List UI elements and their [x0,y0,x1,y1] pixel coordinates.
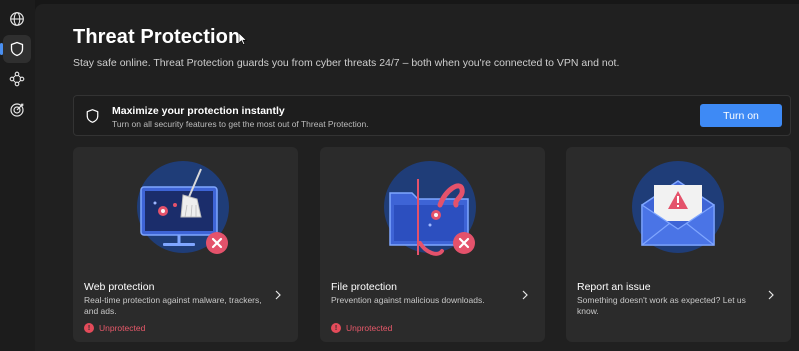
maximize-protection-banner: Maximize your protection instantly Turn … [73,95,791,136]
report-issue-card[interactable]: Report an issue Something doesn't work a… [566,147,791,342]
status-indicator: ! Unprotected [84,323,145,333]
chevron-right-icon [522,290,528,300]
shield-icon [10,41,24,57]
sidebar-item-threat-protection[interactable] [0,35,31,63]
banner-title: Maximize your protection instantly [112,105,285,117]
chevron-right-icon [275,290,281,300]
card-description: Prevention against malicious downloads. [331,295,485,305]
folder-tentacle-illustration [383,161,476,256]
card-title: File protection [331,281,397,293]
main-panel: Threat Protection Stay safe online. Thre… [35,4,799,351]
card-description: Real-time protection against malware, tr… [84,295,262,316]
globe-icon [10,12,24,26]
target-icon [10,103,24,117]
status-text: Unprotected [99,323,146,333]
banner-description: Turn on all security features to get the… [112,119,369,129]
alert-icon: ! [331,323,341,333]
chevron-right-icon [768,290,774,300]
card-description: Something doesn't work as expected? Let … [577,295,746,316]
sidebar-item-target[interactable] [3,96,31,124]
monitor-broom-illustration [136,161,229,254]
web-protection-card[interactable]: Web protection Real-time protection agai… [73,147,298,342]
mouse-cursor-icon [238,32,248,46]
app-window: Threat Protection Stay safe online. Thre… [0,0,799,351]
network-icon [9,71,25,87]
page-title: Threat Protection [73,26,241,48]
alert-icon: ! [84,323,94,333]
shield-outline-icon [86,109,99,123]
sidebar-item-globe[interactable] [3,5,31,33]
file-protection-card[interactable]: File protection Prevention against malic… [320,147,545,342]
status-indicator: ! Unprotected [331,323,392,333]
page-subtitle: Stay safe online. Threat Protection guar… [73,57,620,69]
sidebar-item-meshnet[interactable] [3,65,31,93]
card-title: Web protection [84,281,155,293]
sidebar [0,0,35,351]
status-text: Unprotected [346,323,393,333]
card-title: Report an issue [577,281,651,293]
envelope-warning-illustration [631,161,724,253]
turn-on-button[interactable]: Turn on [700,104,782,127]
